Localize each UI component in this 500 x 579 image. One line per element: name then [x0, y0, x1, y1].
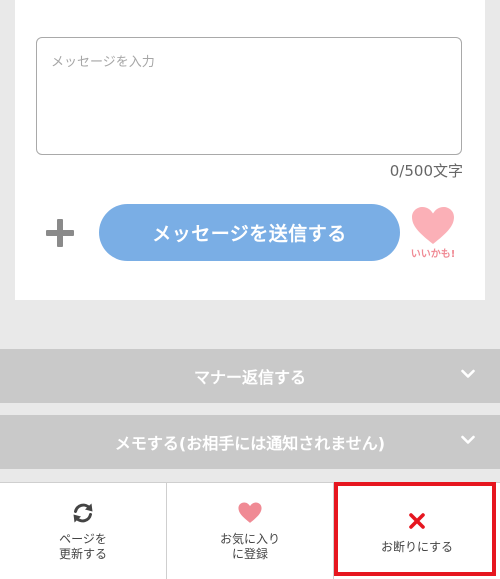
like-label: いいかも!	[410, 249, 456, 260]
plus-icon[interactable]	[46, 219, 74, 247]
bottom-action-bar: ページを 更新する お気に入り に登録 お断りにする	[0, 482, 500, 579]
manner-reply-accordion[interactable]: マナー返信する	[0, 349, 500, 403]
heart-icon	[238, 502, 262, 523]
accordion-label: メモする(お相手には通知されません)	[114, 434, 386, 453]
refresh-page-button[interactable]: ページを 更新する	[0, 483, 167, 579]
add-favorite-button[interactable]: お気に入り に登録	[167, 483, 334, 579]
add-favorite-label: お気に入り に登録	[219, 532, 280, 561]
decline-button[interactable]: お断りにする	[334, 483, 500, 579]
heart-icon	[412, 207, 454, 244]
character-counter: 0/500文字	[389, 162, 463, 180]
accordion-label: マナー返信する	[193, 368, 306, 387]
chevron-down-icon	[461, 435, 475, 444]
message-composer-card: 0/500文字 メッセージを送信する いいかも!	[15, 0, 485, 300]
close-icon	[409, 512, 425, 529]
chevron-down-icon	[461, 369, 475, 378]
like-button[interactable]: いいかも!	[403, 204, 463, 264]
send-message-button[interactable]: メッセージを送信する	[99, 204, 400, 261]
memo-accordion[interactable]: メモする(お相手には通知されません)	[0, 415, 500, 469]
refresh-page-label: ページを 更新する	[58, 532, 107, 561]
refresh-icon	[73, 503, 93, 523]
message-input[interactable]	[36, 37, 462, 155]
decline-label: お断りにする	[380, 539, 454, 554]
